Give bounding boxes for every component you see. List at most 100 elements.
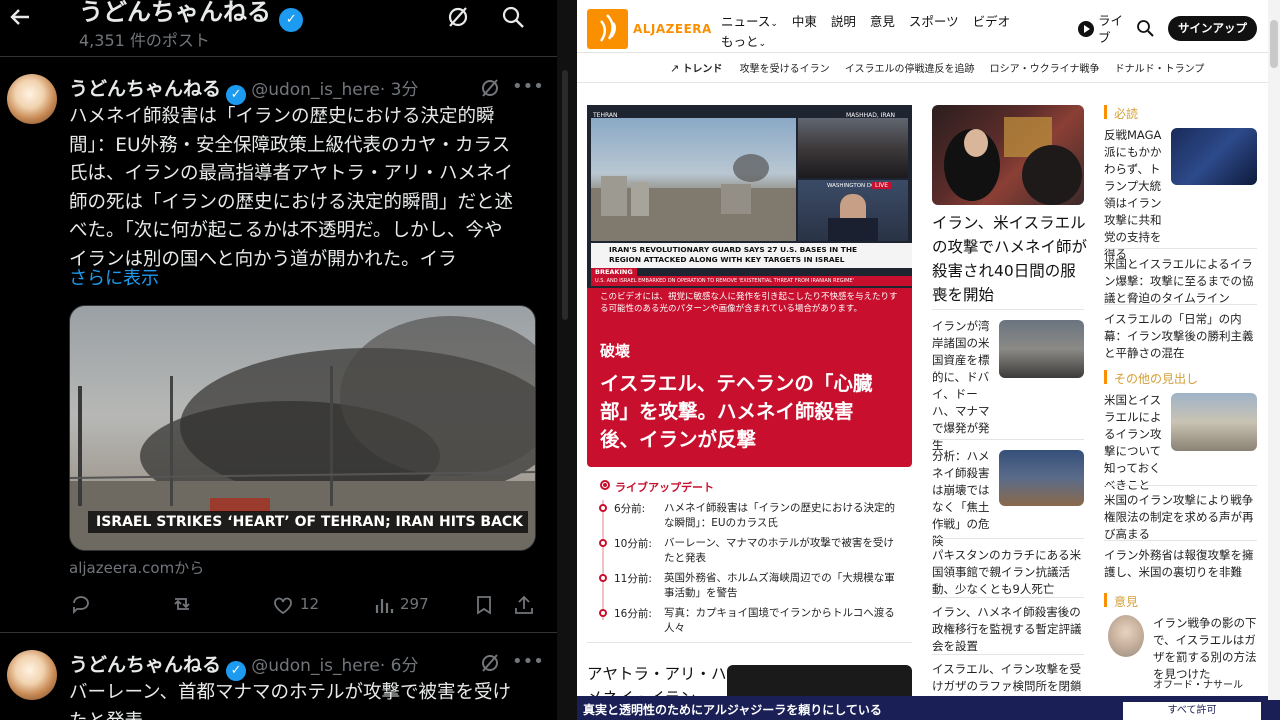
live-updates-label[interactable]: ライブアップデート <box>615 479 714 495</box>
trend-link[interactable]: 攻撃を受けるイラン <box>740 64 830 75</box>
divider <box>1104 248 1257 249</box>
tehran-feed <box>591 118 796 241</box>
nav-news[interactable]: ニュース <box>721 14 770 29</box>
grok-icon[interactable] <box>446 5 470 29</box>
mashhad-feed <box>798 118 908 178</box>
aljazeera-logo-icon[interactable] <box>587 9 628 49</box>
repost-icon[interactable] <box>170 594 194 614</box>
hero-card[interactable]: このビデオには、視覚に敏感な人に発作を引き起こしたり不快感を与えたりする可能性の… <box>587 288 912 467</box>
nav-opinion[interactable]: 意見 <box>870 14 895 29</box>
trending-bar: ↗ トレンド 攻撃を受けるイラン イスラエルの停戦違反を追跡 ロシア・ウクライナ… <box>670 60 1204 75</box>
views-icon[interactable] <box>374 596 394 614</box>
cookie-banner: 真実と透明性のためにアルジャジーラを頼りにしている すべて許可 <box>577 696 1280 720</box>
live-play-icon[interactable] <box>1078 21 1094 37</box>
story-headline[interactable]: イランが湾岸諸国の米国資産を標的に、ドバイ、ドーハ、マナマで爆発が発生 <box>932 318 992 454</box>
story-image[interactable] <box>999 320 1084 378</box>
breaking-tag: BREAKING <box>591 268 637 276</box>
live-dot-icon <box>600 480 610 490</box>
divider <box>932 439 1084 440</box>
allow-all-button[interactable]: すべて許可 <box>1123 702 1261 720</box>
search-icon[interactable] <box>501 5 525 29</box>
update-text[interactable]: 英国外務省、ホルムズ海峡周辺での「大規模な軍事活動」を警告 <box>664 571 904 601</box>
update-text[interactable]: 写真：カプキョイ国境でイランからトルコへ渡る人々 <box>664 606 904 636</box>
share-icon[interactable] <box>513 594 535 616</box>
like-icon[interactable] <box>272 595 294 615</box>
author-name[interactable]: うどんちゃんねる <box>69 654 221 676</box>
story-headline[interactable]: イラン戦争の影の下で、イスラエルはガザを罰する別の方法を見つけた <box>1153 615 1259 683</box>
feed-tag: MASHHAD, IRAN <box>846 112 895 119</box>
story-headline[interactable]: 分析：ハメネイ師殺害は崩壊ではなく「焦土作戦」の危険 <box>932 448 992 550</box>
story-headline[interactable]: パキスタンのカラチにある米国領事館で親イラン抗議活動、少なくとも9人死亡 <box>932 547 1087 598</box>
story-headline[interactable]: イスラエル、イラン攻撃を受けガザのラファ検問所を閉鎖 <box>932 661 1087 695</box>
bookmark-icon[interactable] <box>475 595 493 615</box>
post-line: べた。「次に何が起こるかは不透明だ。しかし、今や <box>69 220 503 241</box>
feed-tag: WASHINGTON DC <box>827 183 875 189</box>
post-line: 師の死は「イランの歴史における決定的瞬間」だと述 <box>69 191 514 213</box>
post-line: バーレーン、首都マナマのホテルが攻撃で被害を受け <box>69 682 511 703</box>
signup-button[interactable]: サインアップ <box>1168 16 1257 41</box>
story-headline[interactable]: イラン外務省は報復攻撃を擁護し、米国の裏切りを非難 <box>1104 547 1257 581</box>
more-options-icon[interactable]: ••• <box>512 651 544 672</box>
update-text[interactable]: バーレーン、マナマのホテルが攻撃で被害を受けたと発表 <box>664 536 904 566</box>
hero-headline[interactable]: イスラエル、テヘランの「心臓部」を攻撃。ハメネイ師殺害後、イランが反撃 <box>600 370 890 454</box>
back-arrow-icon[interactable] <box>8 6 32 28</box>
verified-badge-icon: ✓ <box>226 85 247 105</box>
post-time[interactable]: · 3分 <box>380 80 419 100</box>
author-name[interactable]: オフード・ナサール <box>1153 677 1243 694</box>
nav-middle-east[interactable]: 中東 <box>792 14 817 29</box>
story-headline[interactable]: イスラエルの「日常」の内幕：イラン攻撃後の勝利主義と平静さの混在 <box>1104 311 1257 362</box>
trend-link[interactable]: ロシア・ウクライナ戦争 <box>990 64 1100 75</box>
story-image[interactable] <box>999 450 1084 506</box>
story-headline[interactable]: 反戦MAGA派にもかかわらず、トランプ大統領はイラン攻撃に共和党の支持を得る <box>1104 127 1166 263</box>
trend-link[interactable]: イスラエルの停戦違反を追跡 <box>845 64 975 75</box>
feed-tag: TEHRAN <box>593 112 618 119</box>
section-marker <box>1104 105 1107 119</box>
story-headline[interactable]: 米国とイスラエルによるイラン攻撃について知っておくべきこと <box>1104 392 1166 494</box>
reply-icon[interactable] <box>70 594 92 614</box>
view-count[interactable]: 297 <box>400 595 429 613</box>
section-heading: 意見 <box>1114 595 1139 609</box>
timeline-dot <box>599 574 607 582</box>
grok-icon[interactable] <box>479 652 501 674</box>
scrollbar-thumb[interactable] <box>562 70 568 320</box>
story-headline[interactable]: イラン、ハメネイ師殺害後の政権移行を監視する暫定評議会を設置 <box>932 604 1087 655</box>
logo-text[interactable]: ALJAZEERA <box>633 22 712 36</box>
divider <box>932 538 1084 539</box>
nav-explained[interactable]: 説明 <box>831 14 856 29</box>
ticker-line: REGION ATTACKED ALONG WITH KEY TARGETS I… <box>609 255 845 264</box>
story-headline[interactable]: 米国のイラン攻撃により戦争権限法の制定を求める声が再び高まる <box>1104 492 1257 543</box>
nav-sport[interactable]: スポーツ <box>909 14 959 29</box>
like-count[interactable]: 12 <box>300 595 319 613</box>
author-handle[interactable]: @udon_is_here <box>251 656 380 676</box>
nav-video[interactable]: ビデオ <box>973 14 1011 29</box>
avatar[interactable] <box>7 650 57 700</box>
post-count: 4,351 件のポスト <box>79 31 210 50</box>
more-options-icon[interactable]: ••• <box>512 76 544 97</box>
story-headline[interactable]: イラン、米イスラエルの攻撃でハメネイ師が殺害され40日間の服喪を開始 <box>932 211 1087 307</box>
update-time: 6分前: <box>614 503 646 515</box>
show-more-link[interactable]: さらに表示 <box>69 264 159 290</box>
verified-badge-icon: ✓ <box>226 661 247 681</box>
story-image[interactable] <box>1171 393 1257 451</box>
author-name[interactable]: うどんちゃんねる <box>69 78 221 100</box>
trend-link[interactable]: ドナルド・トランプ <box>1115 64 1205 75</box>
link-source[interactable]: aljazeera.comから <box>69 557 204 578</box>
media-card[interactable]: ISRAEL STRIKES ‘HEART’ OF TEHRAN; IRAN H… <box>69 305 536 551</box>
live-badge: LIVE <box>872 182 892 189</box>
search-icon[interactable] <box>1136 19 1154 37</box>
grok-icon[interactable] <box>479 77 501 99</box>
avatar[interactable] <box>7 74 57 124</box>
post-time[interactable]: · 6分 <box>380 656 419 676</box>
story-image[interactable] <box>932 105 1084 205</box>
right-scrollbar[interactable] <box>1268 0 1280 700</box>
live-link[interactable]: ライブ <box>1098 12 1126 46</box>
story-image[interactable] <box>1171 128 1257 185</box>
author-handle[interactable]: @udon_is_here <box>251 80 380 100</box>
update-text[interactable]: ハメネイ師殺害は「イランの歴史における決定的な瞬間」：EUのカラス氏 <box>664 501 904 531</box>
story-headline[interactable]: 米国とイスラエルによるイラン爆撃：攻撃に至るまでの協議と脅迫のタイムライン <box>1104 256 1257 307</box>
nav-more[interactable]: もっと⌄ <box>721 31 766 50</box>
nav-more-label[interactable]: もっと <box>721 34 759 49</box>
hero-video[interactable]: TEHRAN MASHHAD, IRAN WASHINGTON DC LIVE … <box>587 105 912 288</box>
post-line: 間」：EU外務・安全保障政策上級代表のカヤ・カラス <box>69 134 511 156</box>
scrollbar-thumb[interactable] <box>1270 20 1278 68</box>
